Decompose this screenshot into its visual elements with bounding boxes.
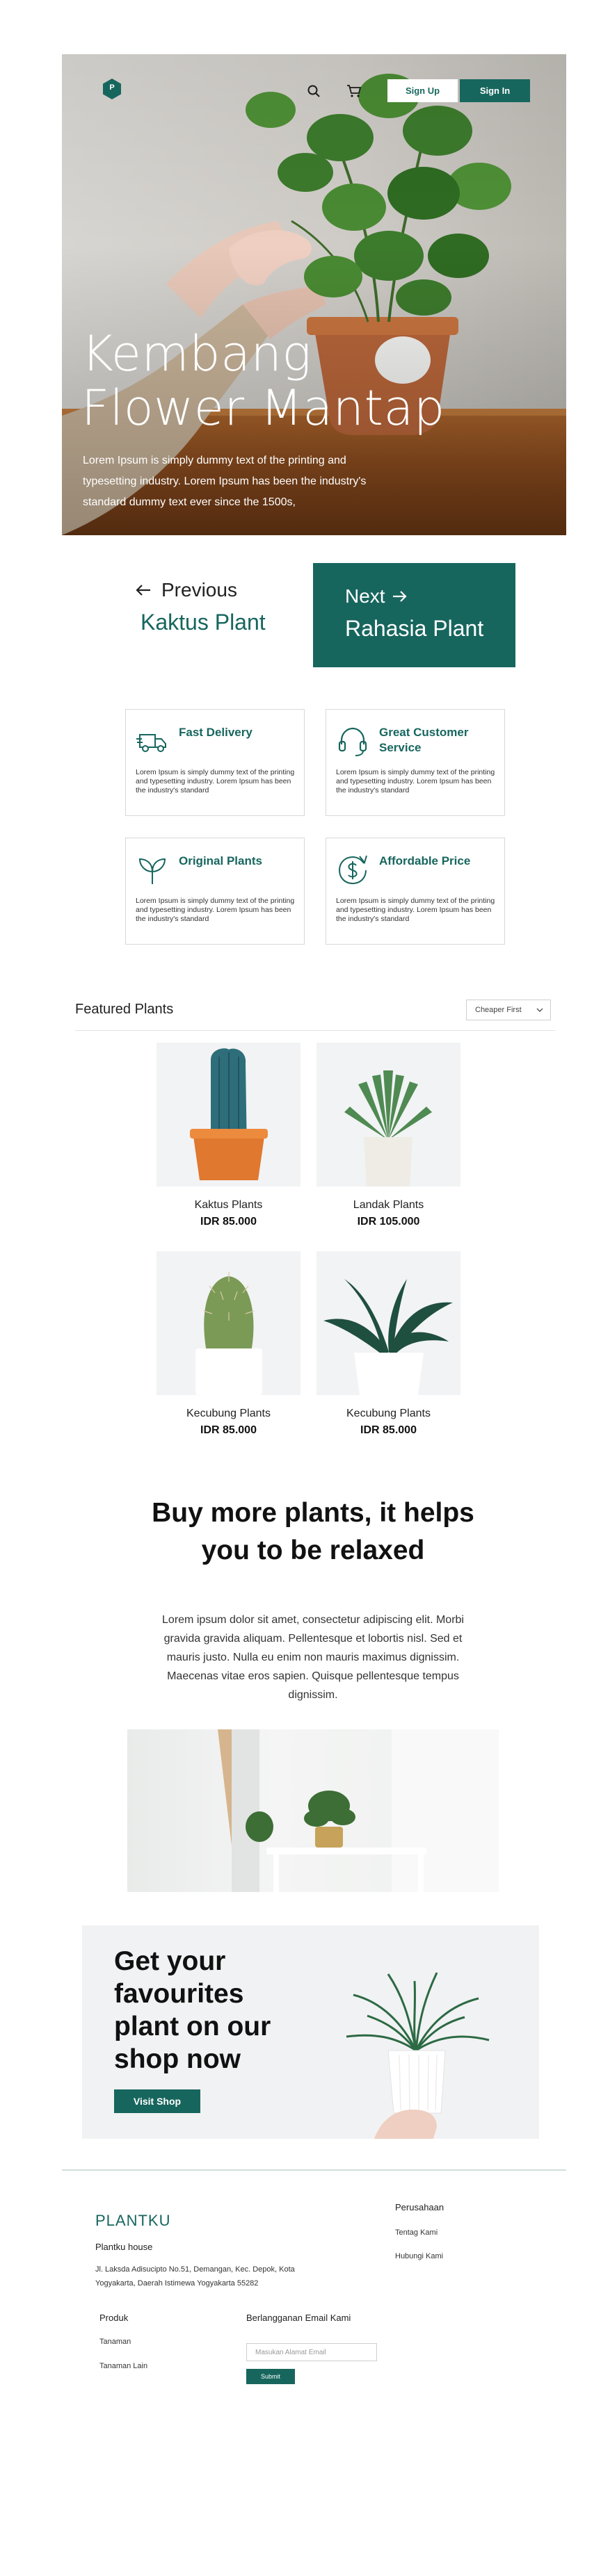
- room-plants-icon: [218, 1729, 499, 1892]
- footer-brand[interactable]: PLANTKU: [95, 2212, 170, 2230]
- product-card-kaktus[interactable]: Kaktus Plants IDR 85.000: [157, 1043, 300, 1228]
- email-field[interactable]: Masukan Alamat Email: [246, 2343, 377, 2361]
- feature-description: Lorem Ipsum is simply dummy text of the …: [136, 768, 295, 794]
- cart-button[interactable]: [345, 82, 363, 100]
- footer-link-plants[interactable]: Tanaman: [99, 2338, 131, 2346]
- previous-label-row: Previous: [135, 579, 316, 601]
- potted-grass-icon: [346, 1972, 490, 2139]
- footer-product-heading: Produk: [99, 2313, 129, 2323]
- relax-heading: Buy more plants, it helps you to be rela…: [152, 1498, 474, 1565]
- footer-house-name: Plantku house: [95, 2242, 153, 2252]
- product-image: [157, 1043, 300, 1187]
- visit-shop-button[interactable]: Visit Shop: [114, 2089, 200, 2113]
- leaf-icon: [138, 858, 166, 884]
- product-image: [157, 1251, 300, 1395]
- cactus-pot-icon: [195, 1272, 262, 1395]
- hero-section: P Sign Up Sign In Kembang Flower Mantap …: [62, 54, 566, 535]
- cart-icon: [347, 85, 362, 97]
- feature-title: Great Customer Service: [379, 726, 469, 754]
- feature-card-customer-service: Great Customer Service Lorem Ipsum is si…: [326, 709, 505, 816]
- product-card-landak[interactable]: Landak Plants IDR 105.000: [316, 1043, 460, 1228]
- truck-icon: [136, 734, 166, 752]
- product-card-kecubung-1[interactable]: Kecubung Plants IDR 85.000: [157, 1251, 300, 1437]
- featured-plants-title: Featured Plants: [75, 1002, 174, 1017]
- product-name: Kaktus Plants: [194, 1199, 263, 1211]
- brand-logo[interactable]: P: [101, 78, 123, 100]
- footer-link-about[interactable]: Tentag Kami: [395, 2228, 438, 2237]
- headset-icon: [338, 727, 367, 756]
- arrow-left-icon: [136, 585, 150, 596]
- sign-in-button[interactable]: Sign In: [460, 79, 530, 102]
- product-price: IDR 105.000: [357, 1216, 420, 1228]
- next-label-row: Next: [345, 585, 515, 608]
- shop-cta-banner: Get your favourites plant on our shop no…: [82, 1925, 539, 2139]
- cactus-pot-icon: [190, 1048, 268, 1180]
- product-name: Kecubung Plants: [186, 1408, 271, 1419]
- feature-title: Affordable Price: [379, 854, 471, 867]
- feature-title: Original Plants: [179, 854, 262, 867]
- chevron-down-icon: [536, 1008, 543, 1012]
- feature-description: Lorem Ipsum is simply dummy text of the …: [136, 897, 295, 923]
- footer-link-contact[interactable]: Hubungi Kami: [395, 2252, 443, 2260]
- cta-heading: Get your favourites plant on our shop no…: [114, 1946, 271, 2074]
- sort-value: Cheaper First: [475, 1006, 522, 1014]
- footer-subscribe-heading: Berlangganan Email Kami: [246, 2313, 351, 2323]
- footer-company-heading: Perusahaan: [395, 2202, 444, 2212]
- next-plant-name: Rahasia Plant: [345, 616, 484, 641]
- relax-description: Lorem ipsum dolor sit amet, consectetur …: [162, 1614, 464, 1701]
- footer-address: Jl. Laksda Adisucipto No.51, Demangan, K…: [95, 2265, 295, 2288]
- feature-description: Lorem Ipsum is simply dummy text of the …: [336, 768, 495, 794]
- hero-title: Kembang Flower Mantap: [81, 327, 471, 435]
- feature-card-affordable-price: Affordable Price Lorem Ipsum is simply d…: [326, 838, 505, 945]
- sort-dropdown[interactable]: Cheaper First: [466, 1000, 551, 1020]
- feature-description: Lorem Ipsum is simply dummy text of the …: [336, 897, 495, 923]
- feature-title: Fast Delivery: [179, 726, 253, 739]
- arrow-right-icon: [392, 591, 407, 602]
- submit-button[interactable]: Submit: [246, 2369, 295, 2384]
- product-image: [316, 1251, 460, 1395]
- product-image: [316, 1043, 460, 1187]
- footer-divider: [62, 2169, 566, 2171]
- product-price: IDR 85.000: [200, 1216, 257, 1228]
- product-card-kecubung-2[interactable]: Kecubung Plants IDR 85.000: [316, 1251, 460, 1437]
- previous-label: Previous: [161, 579, 237, 601]
- product-price: IDR 85.000: [360, 1424, 417, 1436]
- dollar-icon: [338, 855, 367, 885]
- next-label: Next: [345, 585, 385, 607]
- succulent-pot-icon: [323, 1279, 453, 1395]
- hero-title-line-1: Kembang: [81, 325, 312, 382]
- sign-up-button[interactable]: Sign Up: [387, 79, 458, 102]
- logo-letter: P: [109, 83, 115, 92]
- previous-plant-link[interactable]: Previous Kaktus Plant: [135, 579, 316, 657]
- hero-title-line-2: Flower Mantap: [81, 380, 445, 437]
- product-price: IDR 85.000: [200, 1424, 257, 1436]
- search-icon: [307, 85, 320, 97]
- product-name: Landak Plants: [353, 1199, 424, 1211]
- footer-link-other-plants[interactable]: Tanaman Lain: [99, 2362, 147, 2370]
- room-image: [127, 1729, 499, 1892]
- feature-card-original-plants: Original Plants Lorem Ipsum is simply du…: [125, 838, 305, 945]
- previous-plant-name: Kaktus Plant: [141, 610, 266, 635]
- feature-card-fast-delivery: Fast Delivery Lorem Ipsum is simply dumm…: [125, 709, 305, 816]
- next-plant-link[interactable]: Next Rahasia Plant: [313, 563, 515, 667]
- aloe-pot-icon: [344, 1070, 432, 1187]
- search-button[interactable]: [305, 82, 323, 100]
- product-name: Kecubung Plants: [346, 1408, 431, 1419]
- featured-divider: [75, 1030, 555, 1031]
- hero-description: Lorem Ipsum is simply dummy text of the …: [83, 455, 367, 508]
